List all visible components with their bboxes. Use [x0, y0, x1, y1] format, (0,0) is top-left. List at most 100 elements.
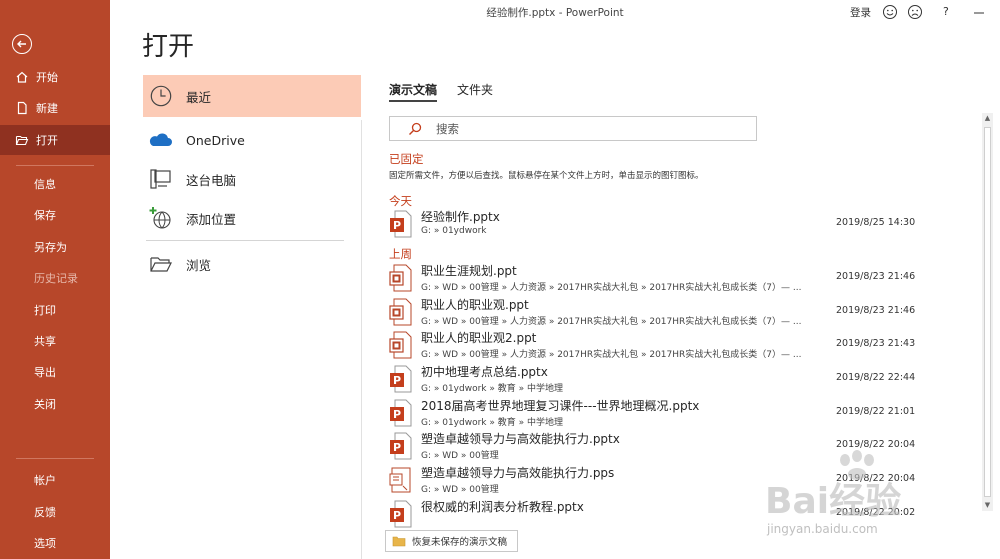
- nav-item-export[interactable]: 导出: [0, 357, 110, 387]
- smile-icon[interactable]: [882, 4, 898, 20]
- svg-text:P: P: [393, 509, 401, 522]
- tab-presentations[interactable]: 演示文稿: [389, 81, 437, 98]
- nav-item-label: 共享: [34, 335, 56, 348]
- search-icon: [409, 122, 422, 135]
- nav-item-close[interactable]: 关闭: [0, 389, 110, 419]
- file-path: G: » 01ydwork » 教育 » 中学地理: [421, 418, 563, 428]
- nav-item-account[interactable]: 帐户: [0, 465, 110, 495]
- file-row[interactable]: P 初中地理考点总结.pptx G: » 01ydwork » 教育 » 中学地理 2…: [389, 363, 929, 395]
- nav-item-share[interactable]: 共享: [0, 326, 110, 356]
- globe-add-icon: [148, 205, 174, 231]
- file-name: 很权威的利润表分析教程.pptx: [421, 500, 584, 514]
- file-date: 2019/8/22 22:44: [836, 372, 916, 383]
- tab-folders[interactable]: 文件夹: [457, 81, 493, 98]
- back-arrow-icon: [17, 40, 26, 48]
- nav-item-save[interactable]: 保存: [0, 200, 110, 230]
- folder-open-icon: [14, 132, 30, 148]
- location-recent[interactable]: 最近: [143, 75, 361, 117]
- svg-text:P: P: [393, 441, 401, 454]
- sign-in-link[interactable]: 登录: [850, 5, 871, 20]
- minimize-icon[interactable]: [972, 6, 986, 20]
- frown-icon[interactable]: [907, 4, 923, 20]
- file-row[interactable]: 职业人的职业观2.ppt G: » WD » 00管理 » 人力资源 » 2017…: [389, 329, 929, 361]
- nav-item-open[interactable]: 打开: [0, 125, 110, 155]
- watermark: Bai经验 jingyan.baidu.com: [755, 450, 990, 550]
- recover-unsaved-button[interactable]: 恢复未保存的演示文稿: [385, 530, 518, 552]
- file-name: 职业人的职业观.ppt: [421, 298, 529, 312]
- file-name: 塑造卓越领导力与高效能执行力.pps: [421, 466, 615, 480]
- location-onedrive[interactable]: OneDrive: [143, 119, 361, 161]
- file-row[interactable]: P 经验制作.pptx G: » 01ydwork 2019/8/25 14:30: [389, 208, 929, 240]
- watermark-url: jingyan.baidu.com: [767, 522, 878, 536]
- file-name: 塑造卓越领导力与高效能执行力.pptx: [421, 432, 620, 446]
- group-last-week: 上周: [389, 247, 412, 261]
- nav-item-home[interactable]: 开始: [0, 62, 110, 92]
- nav-item-label: 新建: [36, 102, 58, 115]
- location-this-pc[interactable]: 这台电脑: [143, 158, 361, 200]
- pptx-file-icon: P: [390, 210, 412, 238]
- pptx-file-icon: P: [390, 432, 412, 460]
- file-path: G: » WD » 00管理 » 人力资源 » 2017HR实战大礼包 » 20…: [421, 283, 802, 293]
- watermark-logo: Bai经验: [765, 481, 902, 522]
- location-label: OneDrive: [186, 132, 245, 148]
- pps-file-icon: [389, 467, 411, 493]
- nav-item-save-as[interactable]: 另存为: [0, 232, 110, 262]
- svg-text:P: P: [393, 374, 401, 387]
- nav-item-feedback[interactable]: 反馈: [0, 497, 110, 527]
- home-icon: [14, 69, 30, 85]
- pptx-file-icon: P: [390, 365, 412, 393]
- nav-item-label: 信息: [34, 178, 56, 191]
- nav-item-label: 导出: [34, 366, 56, 379]
- location-label: 最近: [186, 89, 212, 105]
- file-name: 初中地理考点总结.pptx: [421, 365, 548, 379]
- file-name: 职业人的职业观2.ppt: [421, 331, 537, 345]
- nav-item-label: 关闭: [34, 398, 56, 411]
- ppt-file-icon: [389, 298, 412, 326]
- nav-item-new[interactable]: 新建: [0, 93, 110, 123]
- file-date: 2019/8/25 14:30: [836, 217, 916, 228]
- file-date: 2019/8/23 21:43: [836, 338, 916, 349]
- folder-icon: [392, 536, 406, 547]
- nav-item-label: 保存: [34, 209, 56, 222]
- file-name: 2018届高考世界地理复习课件---世界地理概况.pptx: [421, 399, 700, 413]
- recover-label: 恢复未保存的演示文稿: [412, 537, 508, 548]
- nav-item-options[interactable]: 选项: [0, 528, 110, 558]
- file-date: 2019/8/22 20:04: [836, 439, 916, 450]
- file-row[interactable]: 职业人的职业观.ppt G: » WD » 00管理 » 人力资源 » 2017H…: [389, 296, 929, 328]
- file-name: 经验制作.pptx: [421, 210, 500, 224]
- backstage-nav: 开始 新建 打开 信息 保存 另存为 历史记录 打印 共享 导出 关闭 帐户 反…: [0, 0, 110, 559]
- new-file-icon: [14, 100, 30, 116]
- nav-item-label: 历史记录: [34, 272, 78, 285]
- active-tab-indicator: [389, 100, 437, 102]
- title-bar: 经验制作.pptx - PowerPoint 登录 ?: [110, 0, 1000, 26]
- nav-item-label: 反馈: [34, 506, 56, 519]
- search-placeholder: 搜索: [436, 121, 459, 136]
- location-add-place[interactable]: 添加位置: [143, 197, 361, 239]
- nav-item-label: 另存为: [34, 241, 67, 254]
- file-path: G: » 01ydwork » 教育 » 中学地理: [421, 384, 563, 394]
- locations-divider: [146, 240, 344, 241]
- pptx-file-icon: P: [390, 500, 412, 528]
- scroll-up-icon[interactable]: ▲: [982, 113, 993, 124]
- pinned-hint: 固定所需文件，方便以后查找。鼠标悬停在某个文件上方时，单击显示的图钉图标。: [389, 171, 704, 181]
- nav-item-label: 帐户: [34, 474, 56, 487]
- nav-item-info[interactable]: 信息: [0, 169, 110, 199]
- file-row[interactable]: 职业生涯规划.ppt G: » WD » 00管理 » 人力资源 » 2017HR…: [389, 262, 929, 294]
- file-row[interactable]: P 2018届高考世界地理复习课件---世界地理概况.pptx G: » 01ydw…: [389, 397, 929, 429]
- back-button[interactable]: [12, 34, 32, 54]
- ppt-file-icon: [389, 331, 412, 359]
- pinned-header: 已固定: [389, 152, 424, 166]
- folder-icon: [148, 251, 174, 277]
- nav-item-history: 历史记录: [0, 263, 110, 293]
- svg-text:P: P: [393, 219, 401, 232]
- column-divider: [361, 120, 362, 559]
- scroll-thumb[interactable]: [984, 127, 991, 497]
- file-path: G: » WD » 00管理 » 人力资源 » 2017HR实战大礼包 » 20…: [421, 317, 802, 327]
- search-box[interactable]: 搜索: [389, 116, 757, 141]
- pptx-file-icon: P: [390, 399, 412, 427]
- location-browse[interactable]: 浏览: [143, 243, 361, 285]
- file-path: G: » WD » 00管理 » 人力资源 » 2017HR实战大礼包 » 20…: [421, 350, 802, 360]
- nav-item-print[interactable]: 打印: [0, 295, 110, 325]
- nav-item-label: 选项: [34, 537, 56, 550]
- help-button[interactable]: ?: [943, 5, 949, 18]
